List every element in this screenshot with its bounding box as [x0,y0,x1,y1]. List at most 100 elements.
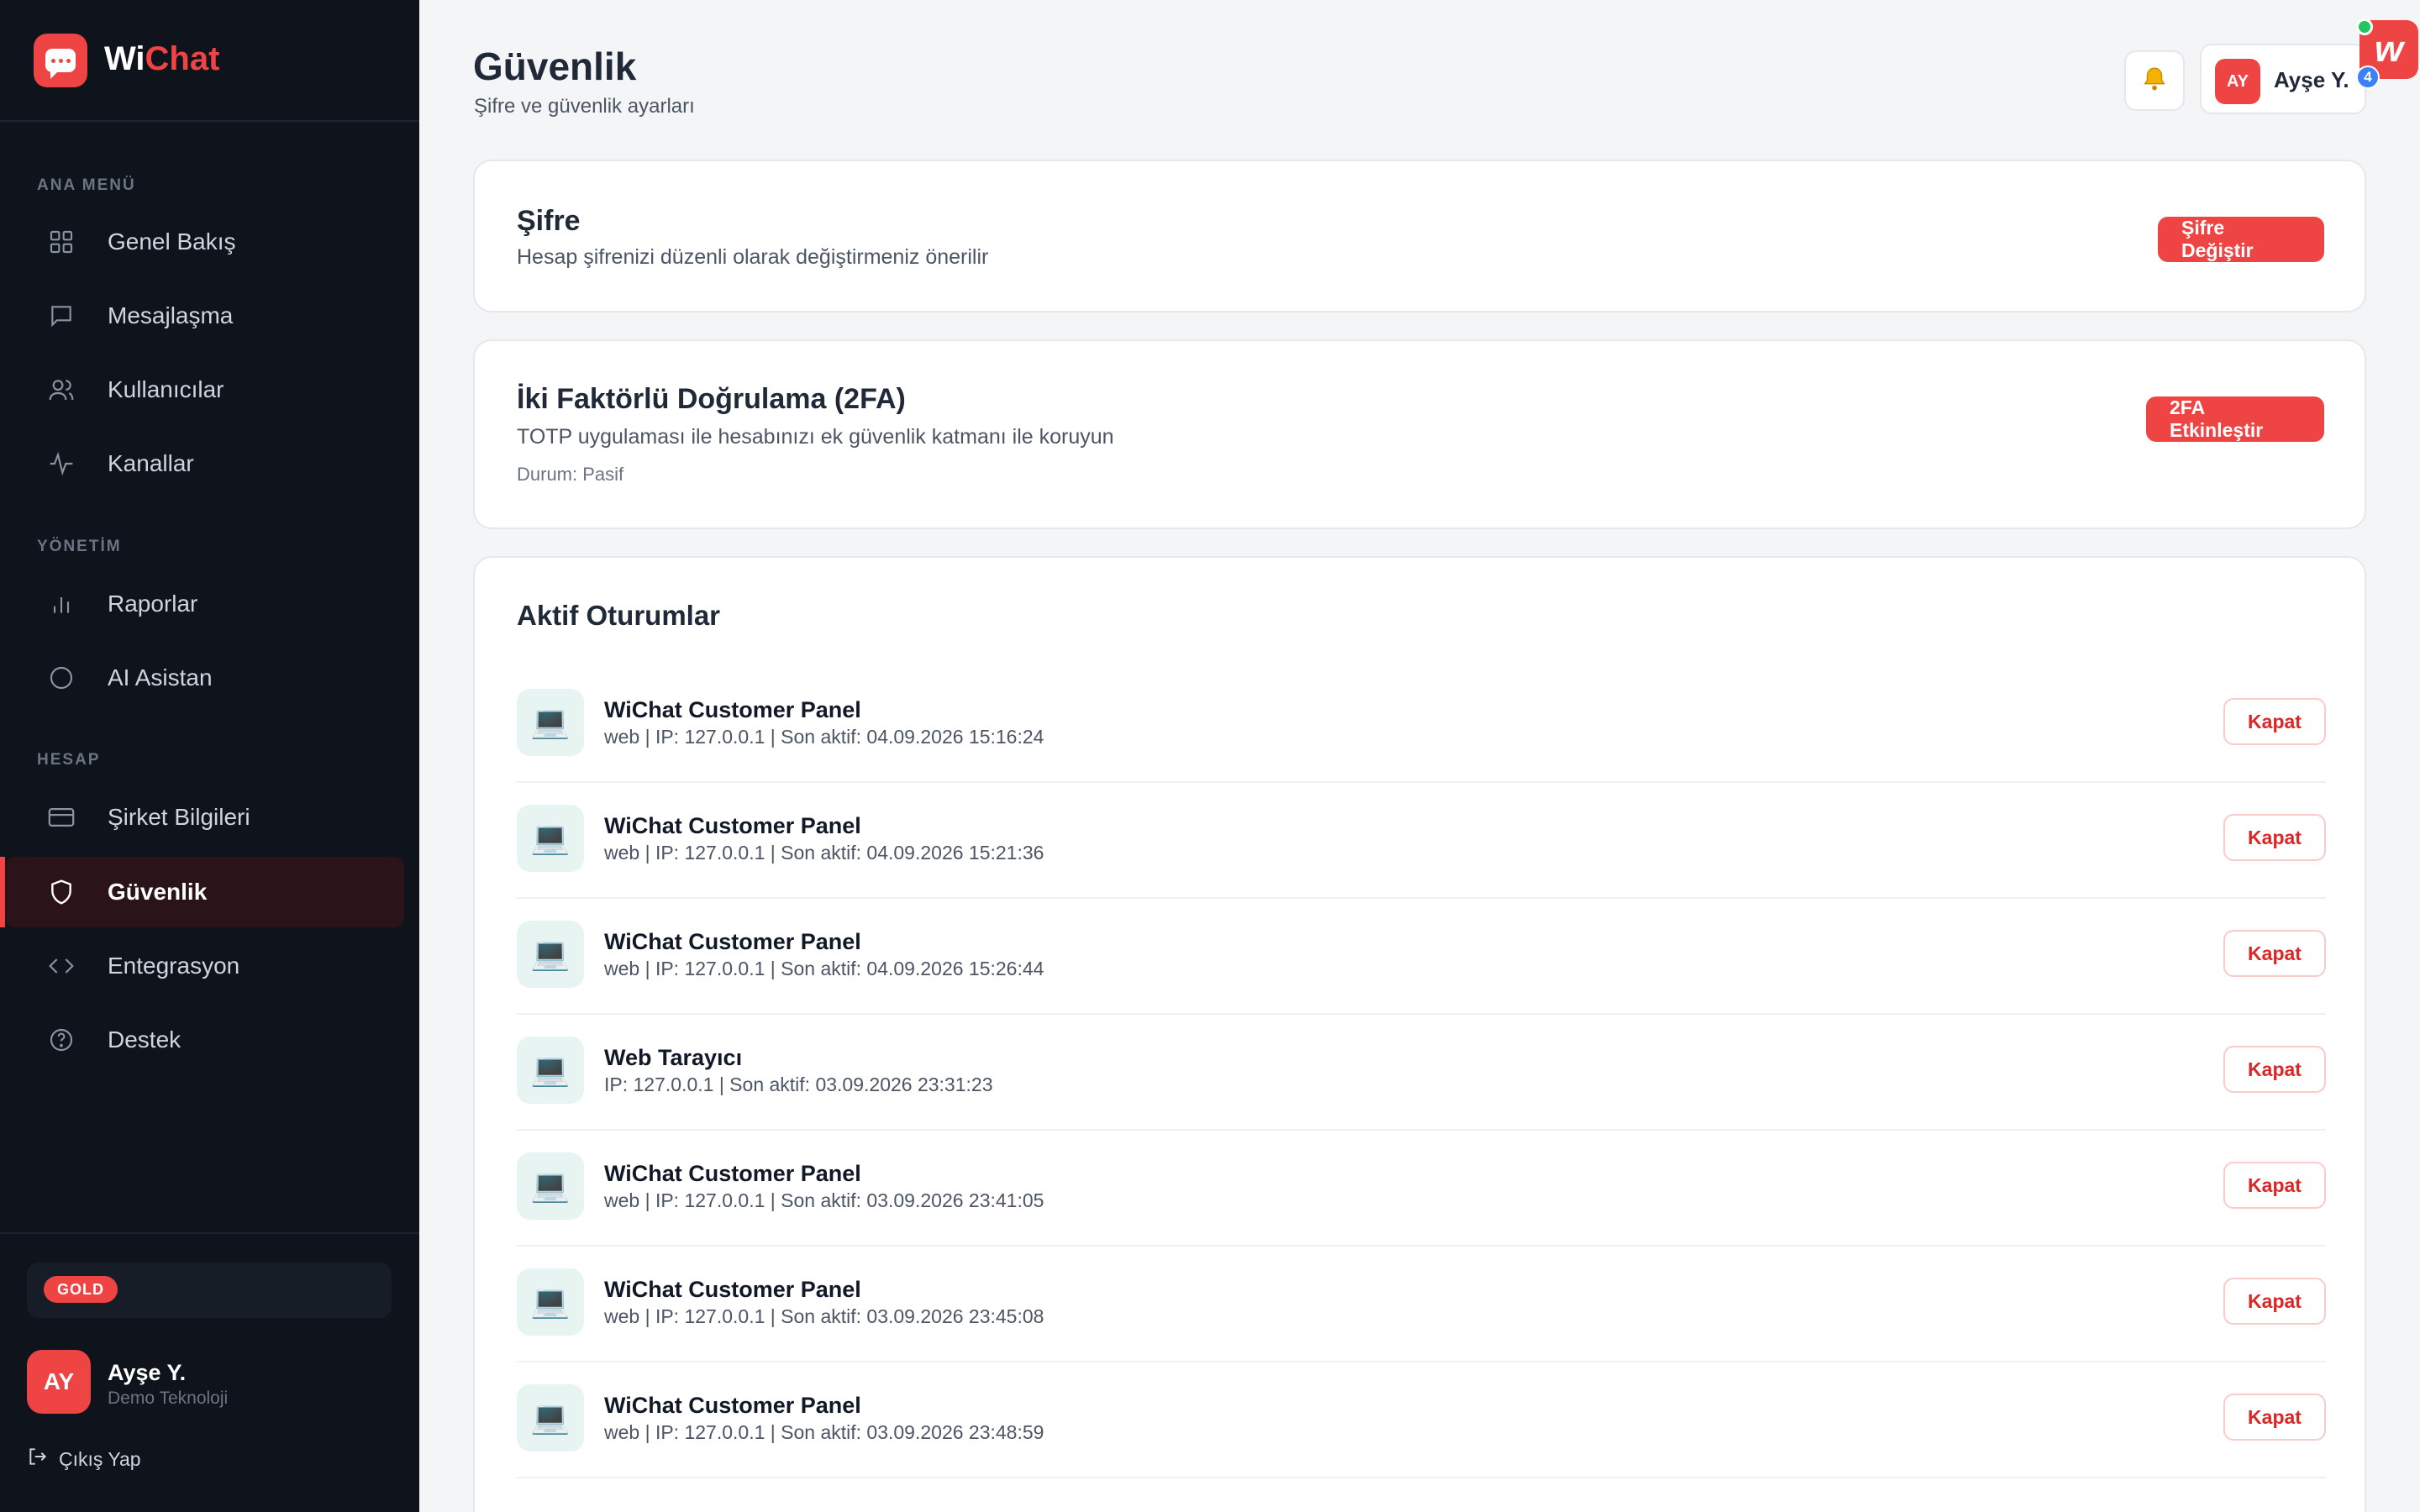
sidebar-item-users[interactable]: Kullanıcılar [5,354,404,425]
section-label-main: ANA MENÜ [37,176,136,194]
password-card: Şifre Hesap şifrenizi düzenli olarak değ… [473,160,2366,312]
sidebar-item-overview[interactable]: Genel Bakış [5,207,404,277]
wichat-logo-icon[interactable] [34,34,87,87]
session-meta: web | IP: 127.0.0.1 | Son aktif: 04.09.2… [604,726,1044,748]
circle-icon [47,664,76,692]
brand-header: WiChat [0,0,419,122]
sidebar-item-support[interactable]: Destek [5,1005,404,1075]
session-row: 💻 WiChat Customer Panel web | IP: 127.0.… [517,1362,2326,1478]
laptop-icon: 💻 [517,1152,584,1220]
twofa-card-description: TOTP uygulaması ile hesabınızı ek güvenl… [517,425,1114,449]
bar-chart-icon [47,590,76,618]
change-password-button[interactable]: Şifre Değiştir [2158,217,2324,262]
enable-2fa-button[interactable]: 2FA Etkinleştir [2146,396,2324,442]
sidebar-item-reports[interactable]: Raporlar [5,569,404,639]
session-meta: web | IP: 127.0.0.1 | Son aktif: 04.09.2… [604,842,1044,864]
session-meta: IP: 127.0.0.1 | Son aktif: 03.09.2026 23… [604,1074,993,1095]
sidebar-footer: GOLD AY Ayşe Y. Demo Teknoloji Çıkış Yap [0,1232,419,1512]
twofa-status: Durum: Pasif [517,464,624,485]
user-company: Demo Teknoloji [108,1389,229,1408]
help-icon [47,1026,76,1054]
online-status-dot [2356,18,2373,35]
session-row: 💻 Web Tarayıcı IP: 127.0.0.1 | Son aktif… [517,1015,2326,1131]
close-session-button[interactable]: Kapat [2223,1278,2326,1325]
section-label-account: HESAP [37,751,101,769]
brand-name[interactable]: WiChat [104,40,219,78]
sidebar-item-ai-assistant[interactable]: AI Asistan [5,643,404,713]
sidebar-item-label: Genel Bakış [108,228,236,255]
session-meta: web | IP: 127.0.0.1 | Son aktif: 04.09.2… [604,958,1044,979]
close-session-button[interactable]: Kapat [2223,930,2326,977]
code-icon [47,952,76,980]
profile-name: Ayşe Y. [2274,67,2349,92]
grid-icon [47,228,76,256]
logout-button[interactable]: Çıkış Yap [27,1446,141,1473]
users-icon [47,375,76,404]
twofa-card-title: İki Faktörlü Doğrulama (2FA) [517,383,906,415]
active-sessions-card: Aktif Oturumlar 💻 WiChat Customer Panel … [473,556,2366,1512]
twofa-card: İki Faktörlü Doğrulama (2FA) TOTP uygula… [473,339,2366,529]
password-card-title: Şifre [517,205,581,237]
message-icon [47,302,76,330]
notifications-button[interactable] [2124,50,2185,111]
sidebar-item-company-info[interactable]: Şirket Bilgileri [5,782,404,853]
plan-badge: GOLD [44,1276,118,1303]
sessions-card-title: Aktif Oturumlar [517,600,721,631]
page-subtitle: Şifre ve güvenlik ayarları [474,95,695,118]
sidebar-item-label: Entegrasyon [108,953,240,979]
avatar[interactable]: AY [27,1350,91,1414]
section-label-management: YÖNETİM [37,538,122,555]
user-name: Ayşe Y. [108,1360,187,1385]
sidebar-item-label: Kullanıcılar [108,376,224,402]
sidebar-item-channels[interactable]: Kanallar [5,428,404,499]
close-session-button[interactable]: Kapat [2223,1394,2326,1441]
close-session-button[interactable]: Kapat [2223,1046,2326,1093]
password-card-description: Hesap şifrenizi düzenli olarak değiştirm… [517,245,989,269]
plan-box: GOLD [27,1263,392,1318]
session-meta: web | IP: 127.0.0.1 | Son aktif: 03.09.2… [604,1305,1044,1327]
close-session-button[interactable]: Kapat [2223,1162,2326,1209]
profile-menu-button[interactable]: AY Ayşe Y. [2200,44,2366,114]
logout-icon [27,1446,49,1473]
sidebar-item-label: Güvenlik [108,879,208,905]
page-title: Güvenlik [473,45,637,88]
activity-icon [47,449,76,478]
session-meta: web | IP: 127.0.0.1 | Son aktif: 03.09.2… [604,1189,1044,1211]
sidebar-item-label: Mesajlaşma [108,302,234,328]
card-icon [47,803,76,832]
session-name: Web Tarayıcı [604,1045,743,1070]
session-row: 💻 WiChat Customer Panel web | IP: 127.0.… [517,1131,2326,1247]
session-name: WiChat Customer Panel [604,929,861,954]
shield-icon [47,878,76,906]
sidebar-item-security[interactable]: Güvenlik [5,857,404,927]
sidebar: WiChat ANA MENÜ Genel Bakış Mesajlaşma K… [0,0,419,1512]
session-name: WiChat Customer Panel [604,813,861,838]
laptop-icon: 💻 [517,689,584,756]
session-meta: web | IP: 127.0.0.1 | Son aktif: 03.09.2… [604,1421,1044,1443]
notification-count-badge: 4 [2356,66,2380,89]
session-name: WiChat Customer Panel [604,697,861,722]
session-row: 💻 WiChat Customer Panel web | IP: 127.0.… [517,783,2326,899]
session-name: WiChat Customer Panel [604,1393,861,1418]
session-row: 💻 WiChat Customer Panel web | IP: 127.0.… [517,1247,2326,1362]
laptop-icon: 💻 [517,1384,584,1452]
close-session-button[interactable]: Kapat [2223,814,2326,861]
laptop-icon: 💻 [517,921,584,988]
session-row: 💻 WiChat Customer Panel web | IP: 127.0.… [517,899,2326,1015]
avatar: AY [2215,59,2260,104]
bell-icon [2140,65,2169,97]
laptop-icon: 💻 [517,1037,584,1104]
sidebar-item-label: Destek [108,1026,182,1053]
session-name: WiChat Customer Panel [604,1161,861,1186]
laptop-icon: 💻 [517,805,584,872]
sidebar-item-label: Kanallar [108,450,194,476]
sidebar-item-label: AI Asistan [108,664,213,690]
session-row: 💻 WiChat Customer Panel web | IP: 127.0.… [517,667,2326,783]
laptop-icon: 💻 [517,1268,584,1336]
close-session-button[interactable]: Kapat [2223,698,2326,745]
session-name: WiChat Customer Panel [604,1277,861,1302]
sidebar-item-label: Şirket Bilgileri [108,804,250,830]
sidebar-item-messaging[interactable]: Mesajlaşma [5,281,404,351]
logout-label: Çıkış Yap [59,1447,141,1470]
sidebar-item-integration[interactable]: Entegrasyon [5,931,404,1001]
